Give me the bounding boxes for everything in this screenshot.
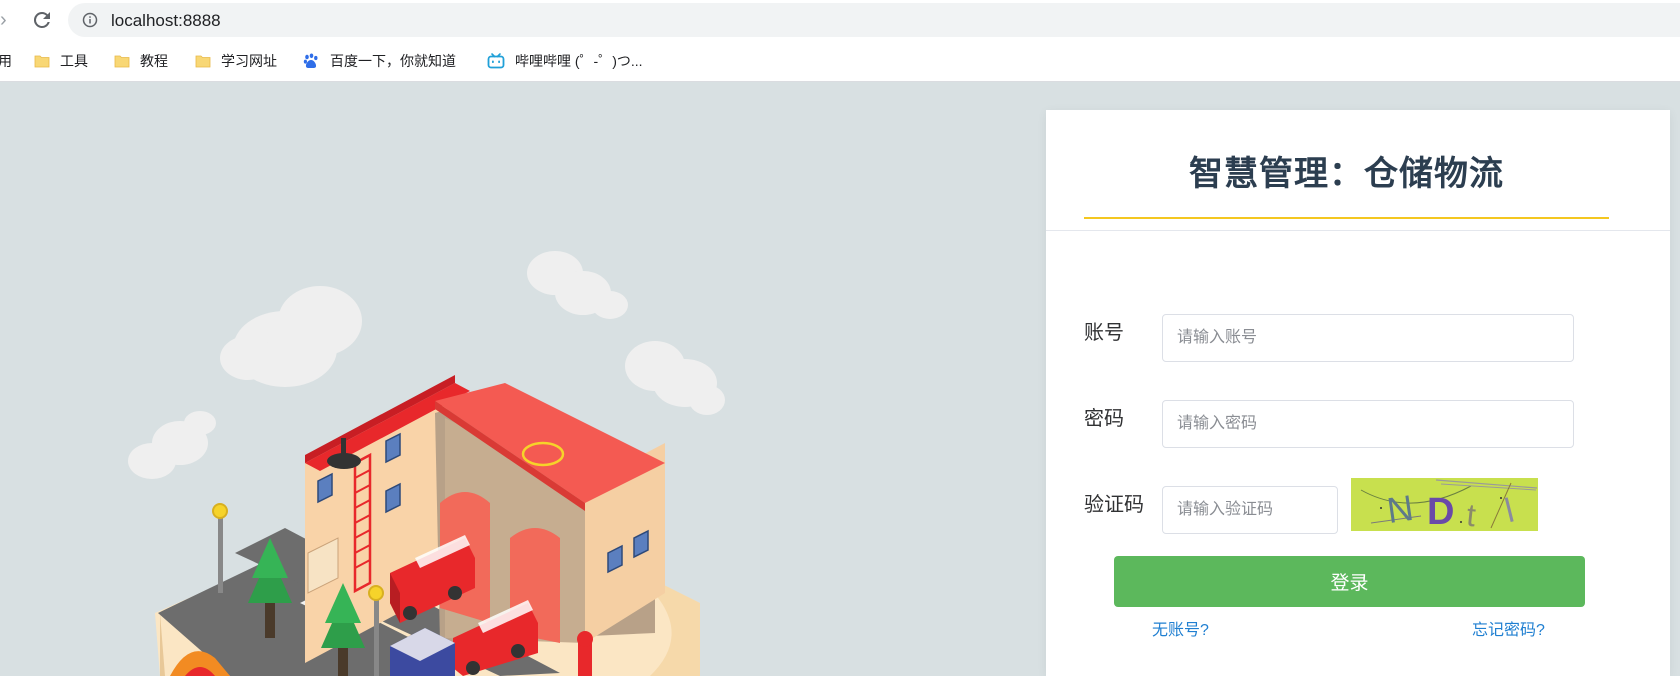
- reload-icon[interactable]: [30, 8, 54, 32]
- bookmark-tutorials[interactable]: 教程: [114, 40, 168, 82]
- folder-icon: [195, 55, 211, 68]
- url-text: localhost:8888: [111, 11, 221, 30]
- captcha-char: l: [1501, 492, 1518, 531]
- baidu-paw-icon: [303, 53, 318, 69]
- bookmarks-bar: 用 工具 教程 学习网址 百度一下，你就知道 哔哩哔哩 (゜-゜)つ...: [0, 40, 1680, 82]
- bookmark-tools[interactable]: 工具: [34, 40, 88, 82]
- folder-icon: [114, 55, 130, 68]
- bookmark-item[interactable]: 用: [0, 40, 12, 82]
- isometric-city-image: [128, 251, 725, 676]
- address-bar[interactable]: localhost:8888: [68, 3, 1680, 37]
- browser-toolbar: › localhost:8888: [0, 0, 1680, 40]
- captcha-input[interactable]: [1162, 486, 1338, 534]
- title-underline: [1084, 217, 1609, 219]
- bookmark-label: 用: [0, 53, 12, 69]
- captcha-char: D: [1427, 491, 1454, 531]
- captcha-noise: N D t l: [1360, 479, 1538, 531]
- folder-icon: [34, 55, 50, 68]
- info-icon[interactable]: [82, 12, 98, 28]
- bookmark-study-sites[interactable]: 学习网址: [195, 40, 277, 82]
- bookmark-label: 教程: [140, 53, 168, 69]
- forward-arrow-icon[interactable]: ›: [0, 9, 14, 31]
- bilibili-tv-icon: [487, 53, 505, 69]
- login-button[interactable]: 登录: [1114, 556, 1585, 607]
- login-card: 智慧管理：仓储物流 账号 密码 验证码 N D t l 登录 无账号? 忘记密码…: [1046, 110, 1670, 676]
- no-account-link[interactable]: 无账号?: [1152, 621, 1209, 641]
- captcha-image[interactable]: N D t l: [1351, 478, 1538, 531]
- bookmark-baidu[interactable]: 百度一下，你就知道: [302, 40, 456, 82]
- login-title: 智慧管理：仓储物流: [1189, 155, 1504, 193]
- captcha-label: 验证码: [1084, 494, 1144, 516]
- bookmark-label: 哔哩哔哩 (゜-゜)つ...: [515, 53, 643, 69]
- account-input[interactable]: [1162, 314, 1574, 362]
- password-label: 密码: [1084, 408, 1124, 430]
- bookmark-bilibili[interactable]: 哔哩哔哩 (゜-゜)つ...: [487, 40, 643, 82]
- password-input[interactable]: [1162, 400, 1574, 448]
- fire-station-illustration: [0, 83, 1045, 676]
- captcha-char: N: [1384, 487, 1415, 531]
- forgot-password-link[interactable]: 忘记密码?: [1472, 621, 1545, 641]
- card-divider: [1046, 230, 1670, 231]
- bookmark-label: 学习网址: [221, 53, 277, 69]
- bookmark-label: 工具: [60, 53, 88, 69]
- captcha-char: t: [1465, 497, 1478, 531]
- account-label: 账号: [1084, 322, 1124, 344]
- bookmark-label: 百度一下，你就知道: [330, 53, 456, 69]
